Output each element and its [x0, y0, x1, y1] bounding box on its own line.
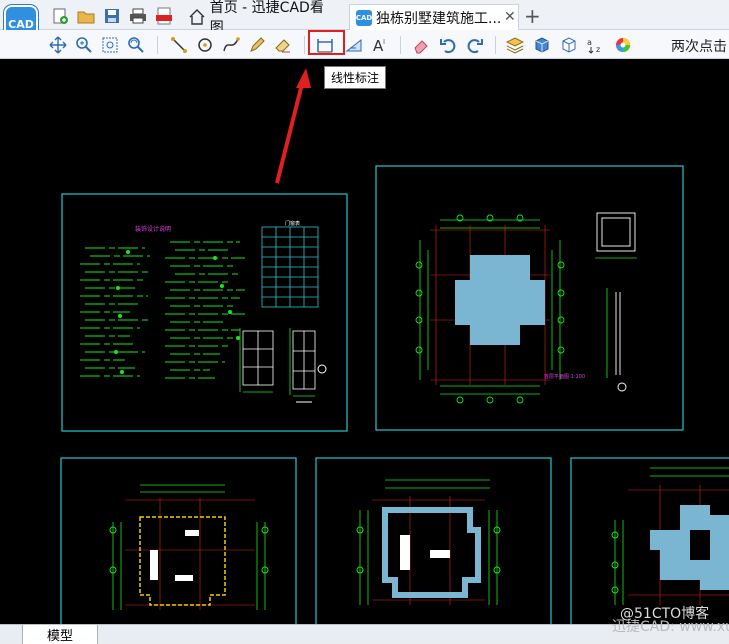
eraser-icon [414, 40, 428, 54]
zoom-icon [76, 37, 92, 53]
svg-text:z: z [596, 45, 600, 54]
svg-text:a: a [587, 38, 592, 47]
title-tab-bar: CAD 首页 - 迅捷CAD看图 CAD 独栋别墅建筑施工... ✕ + [0, 0, 729, 43]
open-file-button[interactable] [76, 6, 96, 26]
markup-icon [275, 39, 290, 53]
zoom-window-icon [102, 37, 118, 53]
app-logo-text: CAD [8, 17, 34, 31]
print-button[interactable] [128, 6, 148, 26]
command-hint: 两次点击 [671, 39, 727, 55]
layers-button[interactable] [504, 34, 526, 56]
toolbar-separator [495, 36, 496, 54]
export-pdf-button[interactable] [154, 6, 174, 26]
zoom-button[interactable] [73, 34, 95, 56]
undo-button[interactable] [437, 34, 459, 56]
tab-model[interactable]: 模型 [22, 625, 98, 644]
redo-button[interactable] [464, 34, 486, 56]
layers-icon [506, 37, 524, 54]
3d-view-button[interactable] [531, 34, 553, 56]
zoom-extents-icon [128, 37, 144, 53]
text-icon: AI [373, 37, 385, 54]
new-file-icon [53, 8, 68, 24]
save-button[interactable] [102, 6, 122, 26]
eraser-button[interactable] [410, 34, 432, 56]
sort-icon: az [587, 38, 600, 54]
polyline-button[interactable] [220, 34, 242, 56]
circle-button[interactable] [194, 34, 216, 56]
drawing-canvas[interactable]: 装饰设计说明 门窗表 首层平面图 1:100 [0, 60, 729, 624]
pdf-icon [156, 7, 172, 25]
erase-markup-button[interactable] [272, 34, 294, 56]
sheet-first-floor-plan: 首层平面图 1:100 [375, 165, 684, 431]
block-button[interactable] [558, 34, 580, 56]
watermark-blog: @51CTO博客 [620, 606, 710, 622]
pencil-icon [250, 37, 265, 52]
watermark: 迅捷CAD: www.xu @51CTO博客 [612, 606, 729, 636]
undo-icon [440, 39, 456, 54]
drawing-toolbar: AI az 两次点击 [0, 30, 729, 59]
zoom-window-button[interactable] [99, 34, 121, 56]
tab-home[interactable]: 首页 - 迅捷CAD看图 [182, 0, 342, 36]
area-icon [345, 38, 362, 52]
svg-text:I: I [383, 38, 385, 46]
zoom-extents-button[interactable] [125, 34, 147, 56]
curve-icon [223, 37, 240, 52]
color-wheel-icon [616, 38, 630, 52]
floor-plan-label: 首层平面图 1:100 [544, 373, 585, 380]
cad-drawing: 装饰设计说明 门窗表 首层平面图 1:100 [60, 68, 729, 624]
redo-icon [467, 39, 483, 54]
red-arrow-annotation [275, 68, 311, 184]
new-file-button[interactable] [50, 6, 70, 26]
close-tab-icon[interactable]: ✕ [504, 9, 516, 25]
home-icon [189, 9, 205, 25]
sheet-notes-title: 装饰设计说明 [135, 225, 171, 233]
toolbar-separator [400, 36, 401, 54]
tab-file-label: 独栋别墅建筑施工... [376, 10, 502, 27]
circle-icon [198, 38, 212, 52]
sketch-button[interactable] [246, 34, 268, 56]
highlight-box [308, 30, 345, 55]
save-icon [105, 9, 119, 23]
line-icon [171, 37, 187, 53]
pan-button[interactable] [47, 34, 69, 56]
tab-drawing-file[interactable]: CAD 独栋别墅建筑施工... [349, 4, 519, 30]
sheet-plan-5 [570, 457, 729, 624]
move-icon [49, 36, 67, 54]
text-button[interactable]: AI [370, 34, 392, 56]
sort-button[interactable]: az [585, 34, 607, 56]
cube-icon [535, 37, 549, 53]
printer-icon [130, 8, 146, 24]
cad-file-icon: CAD [356, 9, 372, 26]
sheet-plan-3 [60, 457, 297, 624]
area-measure-button[interactable] [343, 34, 365, 56]
new-tab-icon[interactable]: + [524, 4, 541, 28]
sheet-design-notes: 装饰设计说明 门窗表 [61, 193, 348, 432]
color-button[interactable] [612, 34, 634, 56]
sheet-plan-4 [315, 457, 552, 624]
toolbar-separator [157, 36, 158, 54]
folder-icon [77, 11, 95, 24]
line-button[interactable] [168, 34, 190, 56]
box-icon [562, 37, 576, 53]
toolbar-separator [304, 36, 305, 54]
window-table-title: 门窗表 [285, 220, 300, 227]
